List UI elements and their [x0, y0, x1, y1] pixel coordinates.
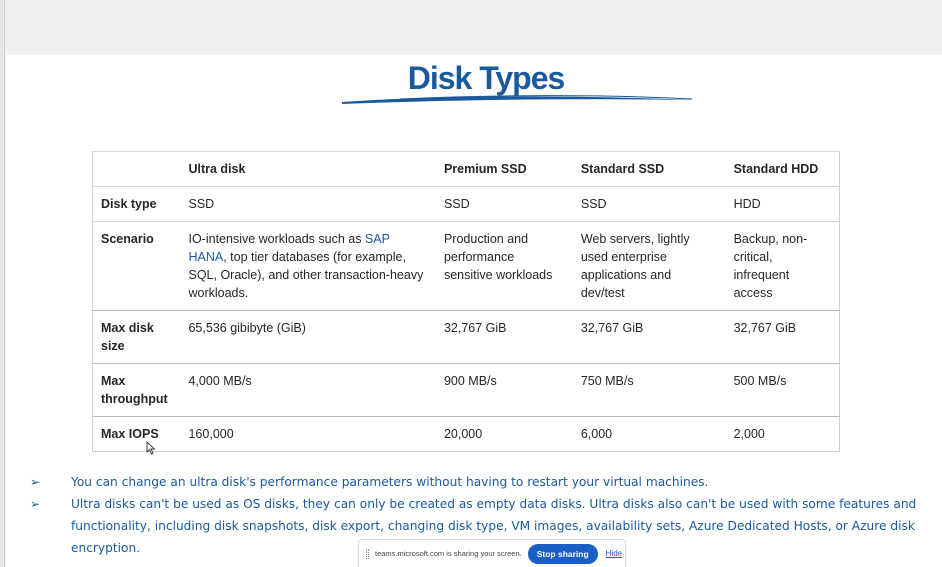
cell-text: IO-intensive workloads such as	[188, 232, 365, 246]
table-cell: 4,000 MB/s	[180, 363, 436, 417]
header-cell-standard-hdd: Standard HDD	[725, 151, 840, 187]
bullet-item: ➢ You can change an ultra disk's perform…	[30, 471, 942, 493]
table-row-scenario: Scenario IO-intensive workloads such as …	[92, 221, 840, 311]
table-cell: 500 MB/s	[725, 363, 840, 417]
header-cell-empty	[92, 151, 181, 187]
table-cell: 900 MB/s	[435, 363, 573, 417]
drag-grip-icon[interactable]	[366, 548, 369, 559]
table-cell: HDD	[725, 186, 840, 222]
header-cell-premium-ssd: Premium SSD	[435, 151, 573, 187]
row-label: Scenario	[92, 221, 181, 311]
arrowhead-bullet-icon: ➢	[30, 497, 41, 511]
bullet-text: You can change an ultra disk's performan…	[71, 475, 709, 489]
row-label: Disk type	[92, 186, 181, 222]
table-cell: 65,536 gibibyte (GiB)	[180, 310, 436, 364]
cell-text: , top tier databases (for example, SQL, …	[188, 250, 424, 300]
table-cell: 32,767 GiB	[572, 310, 726, 364]
window-left-edge	[0, 0, 5, 567]
row-label: Max disk size	[92, 310, 181, 364]
table-cell: 750 MB/s	[572, 363, 726, 417]
table-cell: Web servers, lightly used enterprise app…	[572, 221, 726, 311]
table-cell: 160,000	[180, 416, 436, 452]
table-row-max-throughput: Max throughput 4,000 MB/s 900 MB/s 750 M…	[92, 363, 840, 417]
top-bar	[0, 0, 942, 55]
table-cell: 32,767 GiB	[435, 310, 573, 364]
share-message: teams.microsoft.com is sharing your scre…	[375, 549, 522, 558]
table-cell: Production and performance sensitive wor…	[435, 221, 573, 311]
title-underline-swoosh	[342, 95, 696, 104]
arrowhead-bullet-icon: ➢	[30, 475, 41, 489]
table-row-max-disk-size: Max disk size 65,536 gibibyte (GiB) 32,7…	[92, 310, 840, 364]
table-cell: Backup, non-critical, infrequent access	[725, 221, 840, 311]
disk-types-table: Ultra disk Premium SSD Standard SSD Stan…	[92, 151, 840, 452]
table-row-max-iops: Max IOPS 160,000 20,000 6,000 2,000	[92, 416, 840, 452]
table-cell: IO-intensive workloads such as SAP HANA,…	[180, 221, 436, 311]
hide-link[interactable]: Hide	[606, 549, 622, 558]
table-cell: SSD	[572, 186, 726, 222]
table-cell: 20,000	[435, 416, 573, 452]
table-cell: 2,000	[725, 416, 840, 452]
screen-share-bar: teams.microsoft.com is sharing your scre…	[358, 539, 626, 567]
table-cell: 32,767 GiB	[725, 310, 840, 364]
table-cell: 6,000	[572, 416, 726, 452]
header-cell-standard-ssd: Standard SSD	[572, 151, 726, 187]
row-label: Max throughput	[92, 363, 181, 417]
table-cell: SSD	[435, 186, 573, 222]
header-cell-ultra-disk: Ultra disk	[180, 151, 436, 187]
table-header-row: Ultra disk Premium SSD Standard SSD Stan…	[92, 151, 840, 187]
table-cell: SSD	[180, 186, 436, 222]
stop-sharing-button[interactable]: Stop sharing	[527, 543, 598, 564]
table-row-disk-type: Disk type SSD SSD SSD HDD	[92, 186, 840, 222]
row-label: Max IOPS	[92, 416, 181, 452]
mouse-pointer-icon	[146, 441, 156, 455]
